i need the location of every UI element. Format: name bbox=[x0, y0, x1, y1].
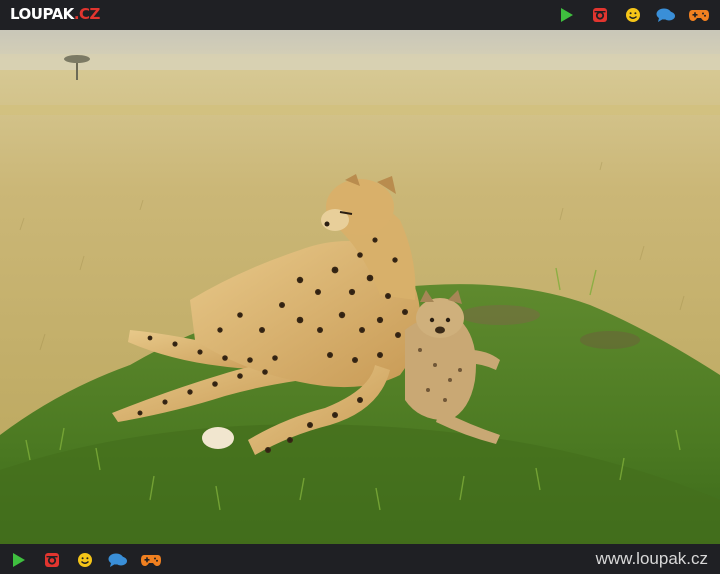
gamepad-icon[interactable] bbox=[688, 4, 710, 26]
logo-suffix-text: .CZ bbox=[73, 5, 101, 23]
play-icon[interactable] bbox=[556, 4, 578, 26]
top-icon-group bbox=[545, 4, 710, 26]
gamepad-icon[interactable] bbox=[140, 549, 162, 571]
instagram-icon[interactable] bbox=[41, 549, 63, 571]
logo-main-text: LOUPAK bbox=[10, 5, 74, 23]
smiley-icon[interactable] bbox=[622, 4, 644, 26]
chat-icon[interactable] bbox=[107, 549, 129, 571]
site-url-link[interactable]: www.loupak.cz bbox=[596, 549, 708, 569]
play-icon[interactable] bbox=[8, 549, 30, 571]
instagram-icon[interactable] bbox=[589, 4, 611, 26]
cheetah-photo bbox=[0, 30, 720, 544]
site-logo[interactable]: LOUPAK.CZ bbox=[10, 5, 100, 23]
bottom-icon-group bbox=[8, 549, 162, 571]
smiley-icon[interactable] bbox=[74, 549, 96, 571]
chat-icon[interactable] bbox=[655, 4, 677, 26]
